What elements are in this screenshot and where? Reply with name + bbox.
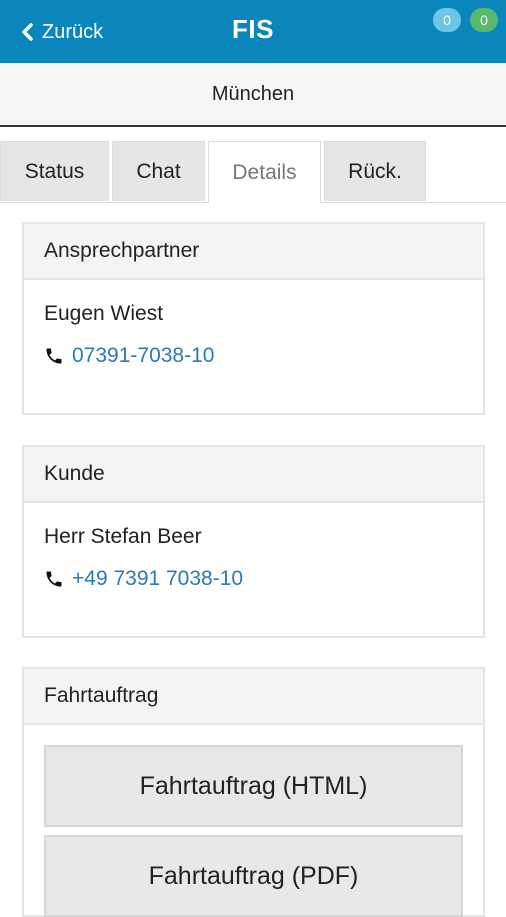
- tab-status[interactable]: Status: [0, 141, 109, 201]
- phone-icon: [46, 571, 62, 587]
- tab-chat[interactable]: Chat: [112, 141, 205, 201]
- location-title: München: [0, 63, 506, 127]
- phone-icon: [46, 348, 62, 364]
- contact-heading: Ansprechpartner: [24, 224, 483, 280]
- contact-phone-link[interactable]: 07391-7038-10: [72, 344, 214, 368]
- notification-badge-green[interactable]: 0: [470, 8, 498, 32]
- contact-phone-row: 07391-7038-10: [44, 344, 463, 368]
- contact-panel: Ansprechpartner Eugen Wiest 07391-7038-1…: [22, 222, 485, 415]
- order-panel: Fahrtauftrag Fahrtauftrag (HTML) Fahrtau…: [22, 667, 485, 917]
- customer-phone-link[interactable]: +49 7391 7038-10: [72, 567, 243, 591]
- customer-heading: Kunde: [24, 447, 483, 503]
- app-title: FIS: [232, 14, 274, 44]
- order-html-button[interactable]: Fahrtauftrag (HTML): [44, 745, 463, 827]
- notification-badge-blue[interactable]: 0: [433, 8, 461, 32]
- tab-bar: Status Chat Details Rück.: [0, 141, 506, 203]
- order-heading: Fahrtauftrag: [24, 669, 483, 725]
- app-header: Zurück FIS 0 0: [0, 0, 506, 63]
- contact-name: Eugen Wiest: [44, 302, 164, 325]
- customer-phone-row: +49 7391 7038-10: [44, 567, 463, 591]
- tab-rueck[interactable]: Rück.: [324, 141, 426, 201]
- customer-name: Herr Stefan Beer: [44, 525, 202, 548]
- customer-panel: Kunde Herr Stefan Beer +49 7391 7038-10: [22, 445, 485, 638]
- tab-details[interactable]: Details: [208, 141, 321, 203]
- order-pdf-button[interactable]: Fahrtauftrag (PDF): [44, 835, 463, 917]
